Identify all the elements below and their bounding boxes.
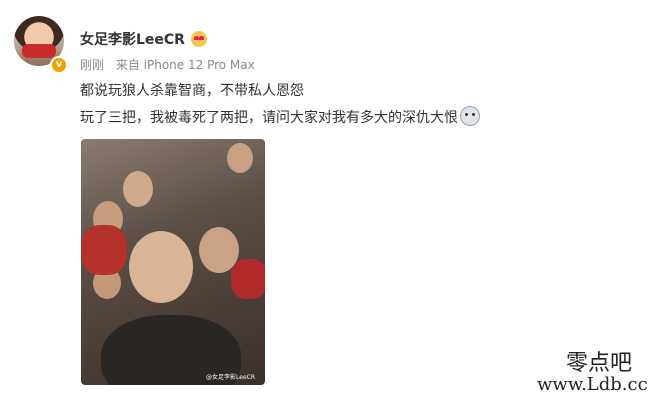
avatar-mask-detail <box>22 44 56 58</box>
username[interactable]: 女足李影LeeCR <box>80 29 185 49</box>
username-row: 女足李影LeeCR <box>80 29 207 49</box>
post-text-line-2-text: 玩了三把，我被毒死了两把，请问大家对我有多大的深仇大恨 <box>80 110 458 126</box>
site-watermark-url: www.Ldb.cc <box>537 374 648 395</box>
post-source: 来自 iPhone 12 Pro Max <box>115 58 255 72</box>
post-photo[interactable]: @女足李影LeeCR <box>81 139 265 385</box>
post-time[interactable]: 刚刚 <box>80 58 104 72</box>
heart-eyes-emoji-icon <box>190 31 207 47</box>
photo-clothing <box>231 259 265 299</box>
site-watermark-name: 零点吧 <box>566 351 633 376</box>
photo-face <box>123 171 153 207</box>
photo-face <box>227 143 253 173</box>
photo-clothing <box>81 225 127 275</box>
photo-face <box>129 231 193 303</box>
post-meta: 刚刚 来自 iPhone 12 Pro Max <box>80 56 255 73</box>
photo-watermark: @女足李影LeeCR <box>206 374 255 381</box>
shocked-face-emoji-icon <box>460 106 480 126</box>
verified-badge-icon: v <box>50 56 68 74</box>
post-text-line-1: 都说玩狼人杀靠智商，不带私人恩怨 <box>80 83 304 99</box>
post-text-line-2: 玩了三把，我被毒死了两把，请问大家对我有多大的深仇大恨 <box>80 106 480 127</box>
